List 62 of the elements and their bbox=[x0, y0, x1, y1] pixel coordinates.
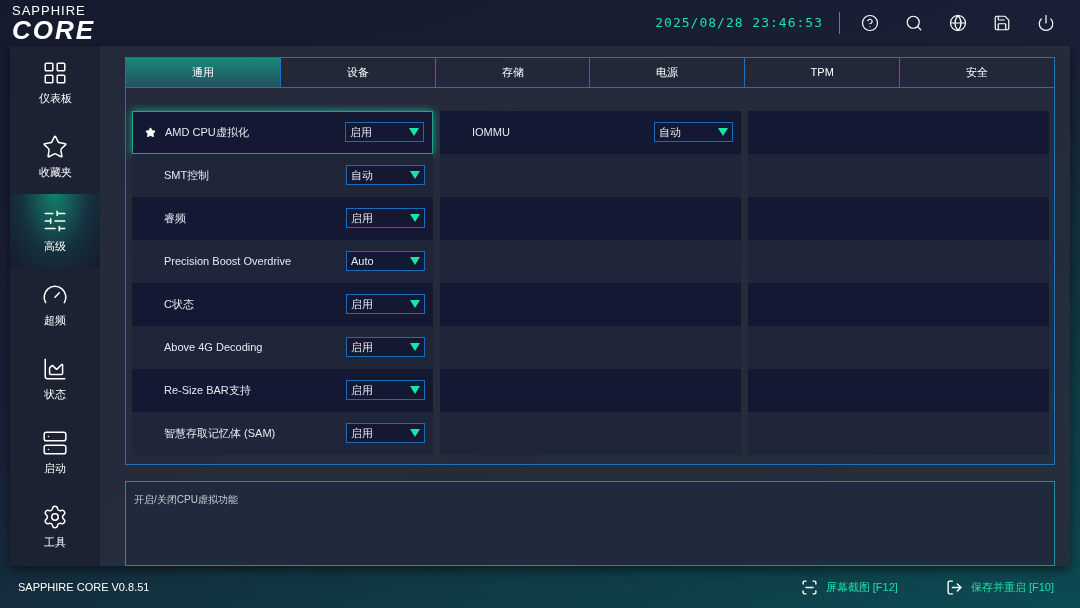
setting-label: Above 4G Decoding bbox=[164, 339, 264, 355]
dropdown[interactable]: 启用 bbox=[346, 337, 425, 358]
caret-icon bbox=[410, 300, 420, 309]
caret-icon bbox=[410, 386, 420, 395]
logo-subtitle: SAPPHIRE bbox=[12, 3, 87, 17]
sidebar-item[interactable]: 启动 bbox=[10, 416, 100, 490]
setting-label: Re-Size BAR支持 bbox=[164, 382, 252, 398]
setting-row[interactable]: Above 4G Decoding 启用 bbox=[132, 325, 433, 369]
settings-icon bbox=[42, 503, 68, 530]
setting-row[interactable]: 睿频 启用 bbox=[132, 196, 433, 240]
save-icon bbox=[993, 14, 1011, 32]
dropdown[interactable]: 启用 bbox=[346, 208, 425, 229]
version-label: SAPPHIRE CORE V0.8.51 bbox=[18, 579, 150, 595]
caret-icon bbox=[410, 343, 420, 352]
setting-label: IOMMU bbox=[472, 124, 511, 140]
setting-label: Precision Boost Overdrive bbox=[164, 253, 293, 269]
sidebar-item[interactable]: 超频 bbox=[10, 268, 100, 342]
screenshot-button[interactable]: 屏幕截图 [F12] bbox=[800, 578, 898, 596]
sidebar-item[interactable]: 状态 bbox=[10, 342, 100, 416]
sidebar-item[interactable]: 工具 bbox=[10, 490, 100, 564]
grid-icon bbox=[42, 59, 68, 86]
dropdown[interactable]: Auto bbox=[346, 251, 425, 272]
dropdown[interactable]: 启用 bbox=[345, 122, 424, 143]
dropdown[interactable]: 启用 bbox=[346, 423, 425, 444]
star-icon[interactable] bbox=[145, 126, 156, 138]
description-text: 开启/关闭CPU虚拟功能 bbox=[134, 494, 238, 505]
setting-label: SMT控制 bbox=[164, 167, 211, 183]
dropdown[interactable]: 启用 bbox=[346, 380, 425, 401]
search-icon bbox=[905, 14, 923, 32]
power-icon bbox=[1037, 14, 1055, 32]
setting-row[interactable]: AMD CPU虚拟化 启用 bbox=[132, 110, 433, 154]
dropdown[interactable]: 自动 bbox=[654, 122, 733, 143]
dropdown[interactable]: 启用 bbox=[346, 294, 425, 315]
setting-row[interactable]: Precision Boost Overdrive Auto bbox=[132, 239, 433, 283]
sidebar-item[interactable]: 仪表板 bbox=[10, 46, 100, 120]
star-icon bbox=[42, 133, 68, 160]
caret-icon bbox=[410, 214, 420, 223]
caret-icon bbox=[410, 171, 420, 180]
dropdown[interactable]: 自动 bbox=[346, 165, 425, 186]
logo-title: CORE bbox=[12, 16, 96, 43]
server-icon bbox=[42, 429, 68, 456]
setting-label: C状态 bbox=[164, 296, 195, 312]
caret-icon bbox=[410, 257, 420, 266]
setting-row[interactable]: IOMMU 自动 bbox=[440, 110, 741, 154]
sidebar-item[interactable]: 高级 bbox=[10, 194, 100, 268]
globe-icon bbox=[949, 14, 967, 32]
sidebar-item[interactable]: 收藏夹 bbox=[10, 120, 100, 194]
setting-row[interactable]: C状态 启用 bbox=[132, 282, 433, 326]
help-icon bbox=[861, 14, 879, 32]
caret-icon bbox=[718, 128, 728, 137]
exit-icon bbox=[945, 578, 963, 596]
setting-label: 睿频 bbox=[164, 210, 187, 226]
setting-row[interactable]: Re-Size BAR支持 启用 bbox=[132, 368, 433, 412]
setting-label: AMD CPU虚拟化 bbox=[165, 124, 250, 140]
caret-icon bbox=[409, 128, 419, 137]
setting-row[interactable]: 智慧存取记忆体 (SAM) 启用 bbox=[132, 411, 433, 455]
caret-icon bbox=[410, 429, 420, 438]
setting-row[interactable]: SMT控制 自动 bbox=[132, 153, 433, 197]
setting-label: 智慧存取记忆体 (SAM) bbox=[164, 425, 277, 441]
exit-button[interactable]: 保存并重启 [F10] bbox=[945, 578, 1054, 596]
tab[interactable]: 通用 bbox=[126, 58, 280, 87]
datetime: 2025/08/28 23:46:53 bbox=[655, 14, 823, 33]
